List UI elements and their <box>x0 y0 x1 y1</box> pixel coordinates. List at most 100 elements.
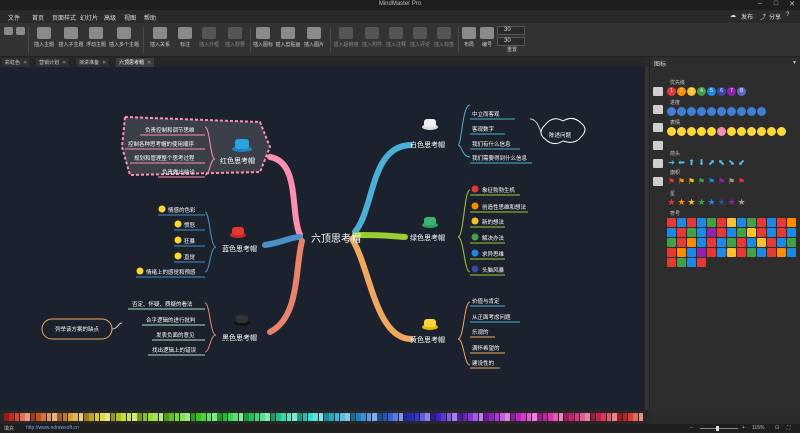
arrow-icon[interactable]: ⬈ <box>707 158 716 167</box>
color-swatch[interactable] <box>148 413 153 421</box>
cloud-icon[interactable]: ☁ <box>730 12 736 19</box>
smile-icon[interactable] <box>677 127 686 136</box>
subtopic[interactable]: 负责做出结论 <box>162 168 196 176</box>
calendar-icon[interactable] <box>653 159 663 168</box>
color-swatch[interactable] <box>617 413 623 421</box>
progress-icon[interactable] <box>737 107 746 116</box>
arrow-icon[interactable]: ⬉ <box>717 158 726 167</box>
color-swatch[interactable] <box>292 413 297 421</box>
color-swatch[interactable] <box>612 413 617 421</box>
color-swatch[interactable] <box>398 413 404 421</box>
zoom-slider-handle[interactable] <box>716 426 719 431</box>
subtopic[interactable]: 中立而客观 <box>472 110 500 118</box>
color-swatch[interactable] <box>313 413 319 421</box>
color-swatch[interactable] <box>201 413 207 421</box>
star-icon[interactable]: ★ <box>717 198 726 207</box>
green-hat-topic[interactable]: 绿色思考帽 <box>410 233 445 242</box>
subtopic[interactable]: 我们需要得到什么信息 <box>472 154 528 162</box>
star-icon[interactable]: ★ <box>707 198 716 207</box>
menu-slides[interactable]: 幻灯片 <box>80 13 98 22</box>
priority-8-icon[interactable]: 8 <box>737 87 746 96</box>
priority-6-icon[interactable]: 6 <box>717 87 726 96</box>
color-swatch[interactable] <box>404 413 409 421</box>
flag-icon[interactable]: ⚑ <box>667 177 676 186</box>
insert-hyperlink-button[interactable]: 插入超链接 <box>332 25 360 55</box>
symbol-icon[interactable] <box>747 238 756 247</box>
color-swatch[interactable] <box>324 413 329 421</box>
color-swatch[interactable] <box>281 413 287 421</box>
color-swatch[interactable] <box>270 413 276 421</box>
color-swatch[interactable] <box>473 413 479 421</box>
color-swatch[interactable] <box>52 413 57 421</box>
fit-page-icon[interactable]: ⊡ <box>775 425 779 431</box>
color-swatch[interactable] <box>228 413 233 421</box>
color-swatch[interactable] <box>238 413 244 421</box>
symbol-icon[interactable] <box>667 218 676 227</box>
central-topic[interactable]: 六顶思考帽 <box>311 232 361 245</box>
progress-icon[interactable] <box>697 107 706 116</box>
color-swatch[interactable] <box>388 413 393 421</box>
share-icon[interactable]: ⤴ <box>760 12 766 21</box>
symbol-icon[interactable] <box>667 248 676 257</box>
color-swatch[interactable] <box>366 413 372 421</box>
symbol-icon[interactable] <box>677 228 686 237</box>
color-swatch[interactable] <box>430 413 436 421</box>
color-swatch[interactable] <box>9 413 15 421</box>
subtopic[interactable]: 找出逻辑上的错误 <box>152 346 197 354</box>
subtopic[interactable]: 否定、怀疑、质疑的看法 <box>132 300 193 308</box>
star-icon[interactable]: ★ <box>667 198 676 207</box>
star-icon[interactable]: ★ <box>677 198 686 207</box>
color-swatch[interactable] <box>553 413 559 421</box>
yellow-hat-topic[interactable]: 黄色思考帽 <box>410 335 445 344</box>
color-swatch[interactable] <box>110 413 116 421</box>
smile-icon[interactable] <box>777 127 786 136</box>
color-swatch[interactable] <box>84 413 89 421</box>
symbol-icon[interactable] <box>667 238 676 247</box>
star-icon[interactable]: ★ <box>737 198 746 207</box>
smile-icon[interactable] <box>697 127 706 136</box>
arrow-icon[interactable]: ⬋ <box>737 158 746 167</box>
flag-icon[interactable]: ⚑ <box>717 177 726 186</box>
color-swatch[interactable] <box>542 413 548 421</box>
color-swatch[interactable] <box>564 413 569 421</box>
menu-home[interactable]: 首页 <box>32 13 44 22</box>
subtopic[interactable]: 解决办法 <box>482 234 505 242</box>
progress-icon[interactable] <box>707 107 716 116</box>
arrow-right-icon[interactable]: ➜ <box>667 158 676 167</box>
color-swatch[interactable] <box>628 413 633 421</box>
progress-icon[interactable] <box>727 107 736 116</box>
color-swatch[interactable] <box>361 413 367 421</box>
color-swatch[interactable] <box>516 413 521 421</box>
symbol-icon[interactable] <box>737 248 746 257</box>
color-swatch[interactable] <box>633 413 639 421</box>
color-swatch[interactable] <box>249 413 255 421</box>
insert-relation-button[interactable]: 插入关系 <box>146 25 174 55</box>
insert-attachment-button[interactable]: 插入附件 <box>360 25 384 55</box>
color-swatch[interactable] <box>206 413 212 421</box>
floating-topic-button[interactable]: 浮动主题 <box>84 25 108 55</box>
symbol-icon[interactable] <box>697 258 706 267</box>
zoom-in-icon[interactable]: + <box>742 425 745 431</box>
priority-3-icon[interactable]: 3 <box>687 87 696 96</box>
subtopic[interactable]: 象征勃勃生机 <box>482 186 516 194</box>
color-swatch[interactable] <box>297 413 303 421</box>
color-swatch[interactable] <box>260 413 265 421</box>
symbol-icon[interactable] <box>697 228 706 237</box>
symbol-icon[interactable] <box>767 228 776 237</box>
color-swatch[interactable] <box>340 413 345 421</box>
symbol-icon[interactable] <box>737 218 746 227</box>
smile-icon[interactable] <box>707 127 716 136</box>
color-swatch[interactable] <box>308 413 313 421</box>
subtopic[interactable]: 愤怒 <box>184 221 196 229</box>
color-swatch[interactable] <box>73 413 79 421</box>
symbol-icon[interactable] <box>747 218 756 227</box>
tab-marketing[interactable]: 营销计划 ✕ <box>36 58 71 67</box>
color-swatch[interactable] <box>244 413 249 421</box>
symbol-icon[interactable] <box>687 238 696 247</box>
symbol-icon[interactable] <box>727 218 736 227</box>
star-icon[interactable]: ★ <box>687 198 696 207</box>
priority-7-icon[interactable]: 7 <box>727 87 736 96</box>
insert-subtopic-button[interactable]: 插入子主题 <box>58 25 84 55</box>
symbol-icon[interactable] <box>677 218 686 227</box>
symbol-icon[interactable] <box>677 258 686 267</box>
